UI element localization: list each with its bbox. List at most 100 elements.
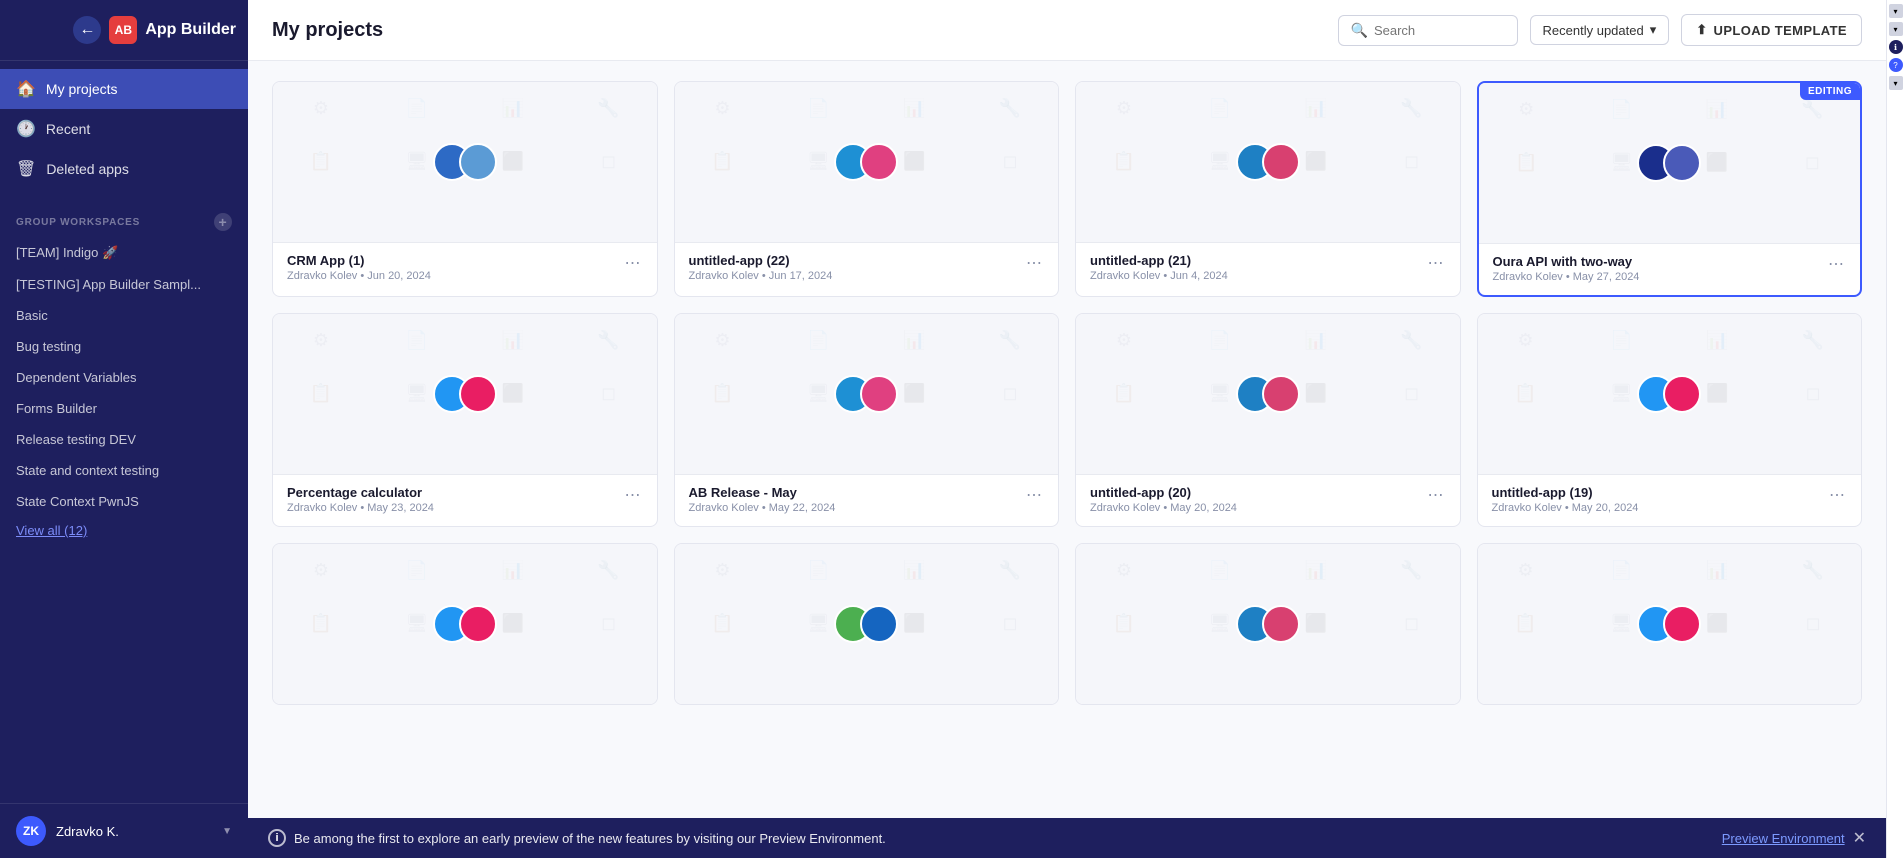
card-details: untitled-app (22) Zdravko Kolev • Jun 17… bbox=[689, 253, 833, 282]
app-logo: AB bbox=[109, 16, 137, 44]
add-workspace-button[interactable]: + bbox=[214, 213, 232, 231]
workspace-item[interactable]: Dependent Variables bbox=[0, 362, 248, 393]
app-title: App Builder bbox=[145, 21, 236, 39]
card-meta: Zdravko Kolev • May 20, 2024 bbox=[1492, 502, 1639, 514]
home-icon: 🏠 bbox=[16, 79, 36, 99]
card-thumbnail: ⚙📄📊🔧📋🖥⬛◻ bbox=[1478, 544, 1862, 704]
card-name: AB Release - May bbox=[689, 485, 836, 500]
upload-template-button[interactable]: ⬆ UPLOAD TEMPLATE bbox=[1681, 14, 1862, 46]
card-logo bbox=[834, 605, 898, 643]
projects-grid: ⚙📄📊🔧📋🖥⬛◻ CRM App (1) CRM App (1) Zdravko… bbox=[272, 81, 1862, 705]
card-meta: Zdravko Kolev • May 20, 2024 bbox=[1090, 502, 1237, 514]
project-card[interactable]: ⚙📄📊🔧📋🖥⬛◻ CRM App (1) CRM App (1) Zdravko… bbox=[272, 81, 658, 297]
workspace-item[interactable]: [TESTING] App Builder Sampl... bbox=[0, 269, 248, 300]
project-card[interactable]: ⚙📄📊🔧📋🖥⬛◻ AB Release - May AB Release - M… bbox=[674, 313, 1060, 527]
project-card[interactable]: ⚙📄📊🔧📋🖥⬛◻ untitled-app (21) untitled-app … bbox=[1075, 81, 1461, 297]
card-thumbnail: ⚙📄📊🔧📋🖥⬛◻ AB Release - May bbox=[675, 314, 1059, 474]
project-card[interactable]: ⚙📄📊🔧📋🖥⬛◻ untitled-app (22) untitled-app … bbox=[674, 81, 1060, 297]
sort-label: Recently updated bbox=[1543, 23, 1644, 38]
workspace-item[interactable]: [TEAM] Indigo 🚀 bbox=[0, 237, 248, 269]
workspace-item[interactable]: State Context PwnJS bbox=[0, 486, 248, 517]
project-card[interactable]: ⚙📄📊🔧📋🖥⬛◻ untitled-app (19) untitled-app … bbox=[1477, 313, 1863, 527]
card-logo bbox=[433, 375, 497, 413]
right-aside: ▾ ▾ ℹ ? ▾ bbox=[1886, 0, 1904, 858]
card-menu-button[interactable]: ⋯ bbox=[1426, 485, 1446, 505]
card-name: untitled-app (19) bbox=[1492, 485, 1639, 500]
chevron-down-icon: ▼ bbox=[222, 826, 232, 837]
card-details: Oura API with two-way Zdravko Kolev • Ma… bbox=[1493, 254, 1640, 283]
card-menu-button[interactable]: ⋯ bbox=[1024, 485, 1044, 505]
card-meta: Zdravko Kolev • May 27, 2024 bbox=[1493, 271, 1640, 283]
card-menu-button[interactable]: ⋯ bbox=[1024, 253, 1044, 273]
card-thumbnail: ⚙📄📊🔧📋🖥⬛◻ bbox=[1076, 544, 1460, 704]
sidebar-item-my-projects[interactable]: 🏠 My projects bbox=[0, 69, 248, 109]
card-logo bbox=[1637, 605, 1701, 643]
group-workspaces-label: GROUP WORKSPACES + bbox=[0, 197, 248, 237]
sidebar-item-label: My projects bbox=[46, 81, 118, 97]
aside-button[interactable]: ▾ bbox=[1889, 22, 1903, 36]
card-info: untitled-app (19) Zdravko Kolev • May 20… bbox=[1478, 474, 1862, 526]
project-card[interactable]: ⚙📄📊🔧📋🖥⬛◻ bbox=[1477, 543, 1863, 705]
card-menu-button[interactable]: ⋯ bbox=[1827, 485, 1847, 505]
banner-text: Be among the first to explore an early p… bbox=[294, 831, 1714, 846]
card-meta: Zdravko Kolev • May 23, 2024 bbox=[287, 502, 434, 514]
chevron-down-icon: ▾ bbox=[1650, 22, 1657, 38]
sidebar-item-recent[interactable]: 🕐 Recent bbox=[0, 109, 248, 149]
card-meta: Zdravko Kolev • Jun 17, 2024 bbox=[689, 270, 833, 282]
aside-button[interactable]: ▾ bbox=[1889, 4, 1903, 18]
card-thumbnail: ⚙📄📊🔧📋🖥⬛◻ untitled-app (20) bbox=[1076, 314, 1460, 474]
card-name: Oura API with two-way bbox=[1493, 254, 1640, 269]
card-thumbnail: ⚙📄📊🔧📋🖥⬛◻ untitled-app (22) bbox=[675, 82, 1059, 242]
card-menu-button[interactable]: ⋯ bbox=[623, 485, 643, 505]
card-details: untitled-app (21) Zdravko Kolev • Jun 4,… bbox=[1090, 253, 1228, 282]
sidebar-navigation: 🏠 My projects 🕐 Recent 🗑 Deleted apps bbox=[0, 61, 248, 197]
user-name: Zdravko K. bbox=[56, 824, 212, 839]
preview-environment-link[interactable]: Preview Environment bbox=[1722, 831, 1845, 846]
card-details: untitled-app (20) Zdravko Kolev • May 20… bbox=[1090, 485, 1237, 514]
card-thumbnail: ⚙📄📊🔧📋🖥⬛◻ bbox=[675, 544, 1059, 704]
info-aside-button[interactable]: ℹ bbox=[1889, 40, 1903, 54]
card-logo bbox=[1637, 144, 1701, 182]
view-all-link[interactable]: View all (12) bbox=[0, 517, 248, 544]
project-card[interactable]: ⚙📄📊🔧📋🖥⬛◻ bbox=[674, 543, 1060, 705]
project-card[interactable]: ⚙📄📊🔧📋🖥⬛◻ Percentage calculator Percentag… bbox=[272, 313, 658, 527]
card-thumbnail: ⚙📄📊🔧📋🖥⬛◻ untitled-app (19) bbox=[1478, 314, 1862, 474]
back-button[interactable]: ← bbox=[73, 16, 101, 44]
workspace-item[interactable]: Basic bbox=[0, 300, 248, 331]
card-thumbnail: EDITING ⚙📄📊🔧📋🖥⬛◻ Oura API with two-way bbox=[1479, 83, 1861, 243]
card-name: untitled-app (21) bbox=[1090, 253, 1228, 268]
card-details: CRM App (1) Zdravko Kolev • Jun 20, 2024 bbox=[287, 253, 431, 282]
search-box[interactable]: 🔍 bbox=[1338, 15, 1518, 46]
card-info: untitled-app (21) Zdravko Kolev • Jun 4,… bbox=[1076, 242, 1460, 294]
project-card[interactable]: ⚙📄📊🔧📋🖥⬛◻ untitled-app (20) untitled-app … bbox=[1075, 313, 1461, 527]
card-info: untitled-app (22) Zdravko Kolev • Jun 17… bbox=[675, 242, 1059, 294]
close-banner-button[interactable]: ✕ bbox=[1853, 828, 1866, 848]
card-info: AB Release - May Zdravko Kolev • May 22,… bbox=[675, 474, 1059, 526]
project-card[interactable]: EDITING ⚙📄📊🔧📋🖥⬛◻ Oura API with two-way O… bbox=[1477, 81, 1863, 297]
card-menu-button[interactable]: ⋯ bbox=[1426, 253, 1446, 273]
sidebar-item-deleted-apps[interactable]: 🗑 Deleted apps bbox=[0, 149, 248, 189]
project-card[interactable]: ⚙📄📊🔧📋🖥⬛◻ bbox=[1075, 543, 1461, 705]
card-thumbnail: ⚙📄📊🔧📋🖥⬛◻ bbox=[273, 544, 657, 704]
project-card[interactable]: ⚙📄📊🔧📋🖥⬛◻ bbox=[272, 543, 658, 705]
workspace-item[interactable]: Bug testing bbox=[0, 331, 248, 362]
card-logo bbox=[1637, 375, 1701, 413]
workspace-item[interactable]: State and context testing bbox=[0, 455, 248, 486]
card-name: CRM App (1) bbox=[287, 253, 431, 268]
search-input[interactable] bbox=[1374, 23, 1505, 38]
card-meta: Zdravko Kolev • May 22, 2024 bbox=[689, 502, 836, 514]
card-info: Percentage calculator Zdravko Kolev • Ma… bbox=[273, 474, 657, 526]
workspace-item[interactable]: Release testing DEV bbox=[0, 424, 248, 455]
aside-button[interactable]: ▾ bbox=[1889, 76, 1903, 90]
workspace-item[interactable]: Forms Builder bbox=[0, 393, 248, 424]
trash-icon: 🗑 bbox=[16, 159, 36, 179]
sidebar-item-label: Recent bbox=[46, 121, 90, 137]
card-menu-button[interactable]: ⋯ bbox=[623, 253, 643, 273]
card-name: untitled-app (22) bbox=[689, 253, 833, 268]
help-aside-button[interactable]: ? bbox=[1889, 58, 1903, 72]
card-menu-button[interactable]: ⋯ bbox=[1826, 254, 1846, 274]
card-details: Percentage calculator Zdravko Kolev • Ma… bbox=[287, 485, 434, 514]
sort-dropdown[interactable]: Recently updated ▾ bbox=[1530, 15, 1670, 45]
user-profile[interactable]: ZK Zdravko K. ▼ bbox=[0, 803, 248, 858]
sidebar: ← AB App Builder 🏠 My projects 🕐 Recent … bbox=[0, 0, 248, 858]
